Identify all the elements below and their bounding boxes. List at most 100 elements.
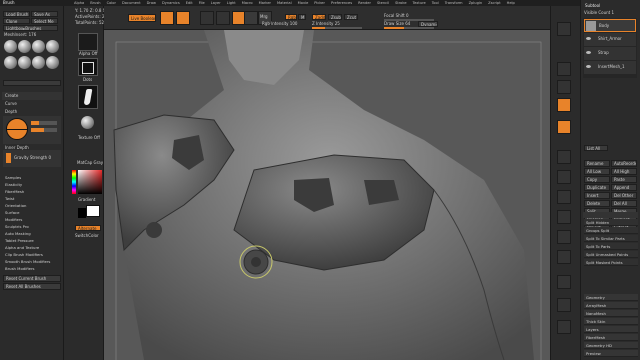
subtool-item-shirt-armor[interactable]: Shirt_Armor	[584, 33, 636, 46]
smooth-modifiers-item[interactable]: Smooth Brush Modifiers	[2, 259, 62, 265]
brush-modifiers-item[interactable]: Brush Modifiers	[2, 266, 62, 272]
subtool-del-other-button[interactable]: Del Other	[611, 192, 637, 199]
eye-icon[interactable]	[586, 65, 591, 68]
actual-button[interactable]	[557, 98, 571, 112]
lightbox-brushes-button[interactable]: Lightbox▸Brushes	[3, 25, 58, 31]
subtool-title[interactable]: Subtool	[585, 3, 600, 9]
depth-slider-2[interactable]	[31, 128, 57, 132]
split-masked-points-button[interactable]: Split Masked Points	[584, 259, 638, 266]
polyf-button[interactable]	[557, 250, 571, 264]
reset-all-brushes-button[interactable]: Reset All Brushes	[3, 283, 61, 290]
split-unmasked-points-button[interactable]: Split Unmasked Points	[584, 251, 638, 258]
xpose-button[interactable]	[557, 320, 571, 334]
panel-fibermesh[interactable]: FiberMesh	[584, 334, 638, 341]
brush-thumb-8[interactable]	[46, 56, 59, 69]
rgb-button[interactable]: Rgb	[285, 14, 297, 20]
twist-item[interactable]: Twist	[2, 196, 62, 202]
gradient-label[interactable]: Gradient	[78, 197, 95, 203]
auto-masking-item[interactable]: Auto Masking	[2, 231, 62, 237]
reset-current-brush-button[interactable]: Reset Current Brush	[3, 275, 61, 282]
depth-widget[interactable]	[3, 116, 61, 144]
panel-preview[interactable]: Preview	[584, 350, 638, 357]
solo-button[interactable]	[557, 298, 571, 312]
panel-thick-skin[interactable]: Thick Skin	[584, 318, 638, 325]
split-to-similar-parts-button[interactable]: Split To Similar Parts	[584, 235, 638, 242]
groups-split-button[interactable]: Groups Split	[584, 227, 638, 234]
scroll-button[interactable]	[557, 62, 571, 76]
subtool-delete-button[interactable]: Delete	[584, 200, 610, 207]
rgb-intensity-label[interactable]: Rgb Intensity 100	[262, 21, 297, 27]
split-hidden-button[interactable]: Split Hidden	[584, 219, 638, 226]
zadd-button[interactable]: Zadd	[312, 14, 326, 20]
create-label[interactable]: Create	[5, 93, 18, 99]
surface-item[interactable]: Surface	[2, 210, 62, 216]
local-button[interactable]	[557, 150, 571, 164]
select-me-button[interactable]: Select Me	[31, 18, 58, 24]
sculptris-pro-item[interactable]: Sculptris Pro	[2, 224, 62, 230]
frame-button[interactable]	[557, 170, 571, 184]
draw-button[interactable]	[176, 11, 190, 25]
subtool-all-high-button[interactable]: All High	[611, 168, 637, 175]
save-as-button[interactable]: Save As	[31, 11, 58, 17]
z-intensity-slider[interactable]	[312, 27, 362, 29]
zcut-button[interactable]: Zcut	[344, 14, 358, 20]
depth-slider[interactable]	[31, 121, 57, 125]
alpha-thumb[interactable]	[78, 33, 98, 51]
texture-thumb[interactable]	[78, 85, 98, 109]
subtool-del-all-button[interactable]: Del All	[611, 200, 637, 207]
panel-nanomesh[interactable]: NanoMesh	[584, 310, 638, 317]
panel-layers[interactable]: Layers	[584, 326, 638, 333]
floor-button[interactable]	[557, 120, 571, 134]
move-view-button[interactable]	[557, 190, 571, 204]
orientation-item[interactable]: Orientation	[2, 203, 62, 209]
main-color-swatch[interactable]	[86, 205, 100, 217]
draw-size-slider[interactable]	[384, 27, 434, 29]
subtool-append-button[interactable]: Append	[611, 184, 637, 191]
gravity-strength-slider[interactable]: Gravity Strength 0	[3, 150, 61, 167]
subtool-paste-button[interactable]: Paste	[611, 176, 637, 183]
secondary-color-swatch[interactable]	[78, 208, 86, 218]
move-button[interactable]	[200, 11, 214, 25]
depth-label[interactable]: Depth	[5, 109, 17, 115]
dynamic-button[interactable]: Dynamic	[418, 21, 438, 27]
brush-thumb-5[interactable]	[4, 56, 17, 69]
subtool-insert-button[interactable]: Insert	[584, 192, 610, 199]
subtool-item-body[interactable]: Body	[584, 19, 636, 32]
bpr-button[interactable]	[557, 22, 571, 36]
subtool-all-low-button[interactable]: All Low	[584, 168, 610, 175]
brush-thumb-1[interactable]	[4, 40, 17, 53]
split-to-parts-button[interactable]: Split To Parts	[584, 243, 638, 250]
panel-geometry[interactable]: Geometry	[584, 294, 638, 301]
live-boolean-button[interactable]: Live Boolean	[128, 14, 156, 22]
modifiers-item[interactable]: Modifiers	[2, 217, 62, 223]
viewport[interactable]	[104, 30, 550, 360]
m-button[interactable]: M	[298, 14, 306, 20]
brush-thumb-7[interactable]	[32, 56, 45, 69]
curve-label[interactable]: Curve	[5, 101, 17, 107]
panel-arraymesh[interactable]: ArrayMesh	[584, 302, 638, 309]
panel-geometry-hd[interactable]: Geometry HD	[584, 342, 638, 349]
rotate-view-button[interactable]	[557, 230, 571, 244]
elasticity-item[interactable]: Elasticity	[2, 182, 62, 188]
clip-modifiers-item[interactable]: Clip Brush Modifiers	[2, 252, 62, 258]
hue-strip[interactable]	[72, 170, 76, 194]
inner-depth-label[interactable]: Inner Depth	[5, 145, 29, 151]
list-all-button[interactable]: List All	[584, 145, 608, 151]
subtool-item-strap[interactable]: Strap	[584, 47, 636, 60]
brush-thumb-2[interactable]	[18, 40, 31, 53]
scale-view-button[interactable]	[557, 210, 571, 224]
clone-button[interactable]: Clone	[3, 18, 30, 24]
material-thumb[interactable]	[78, 112, 98, 134]
tablet-pressure-item[interactable]: Tablet Pressure	[2, 238, 62, 244]
samples-item[interactable]: Samples	[2, 175, 62, 181]
alternate-button[interactable]: Alternate	[75, 225, 101, 231]
subtool-copy-button[interactable]: Copy	[584, 176, 610, 183]
brush-thumb-6[interactable]	[18, 56, 31, 69]
zoom-button[interactable]	[557, 80, 571, 94]
subtool-item-insertmesh[interactable]: InsertMesh_1	[584, 61, 636, 74]
subtool-autoreorder-button[interactable]: AutoReorder	[611, 160, 637, 167]
brush-thumb-4[interactable]	[46, 40, 59, 53]
fibermesh-item[interactable]: FiberMesh	[2, 189, 62, 195]
switch-color-label[interactable]: SwitchColor	[75, 233, 99, 239]
eye-icon[interactable]	[586, 37, 591, 40]
